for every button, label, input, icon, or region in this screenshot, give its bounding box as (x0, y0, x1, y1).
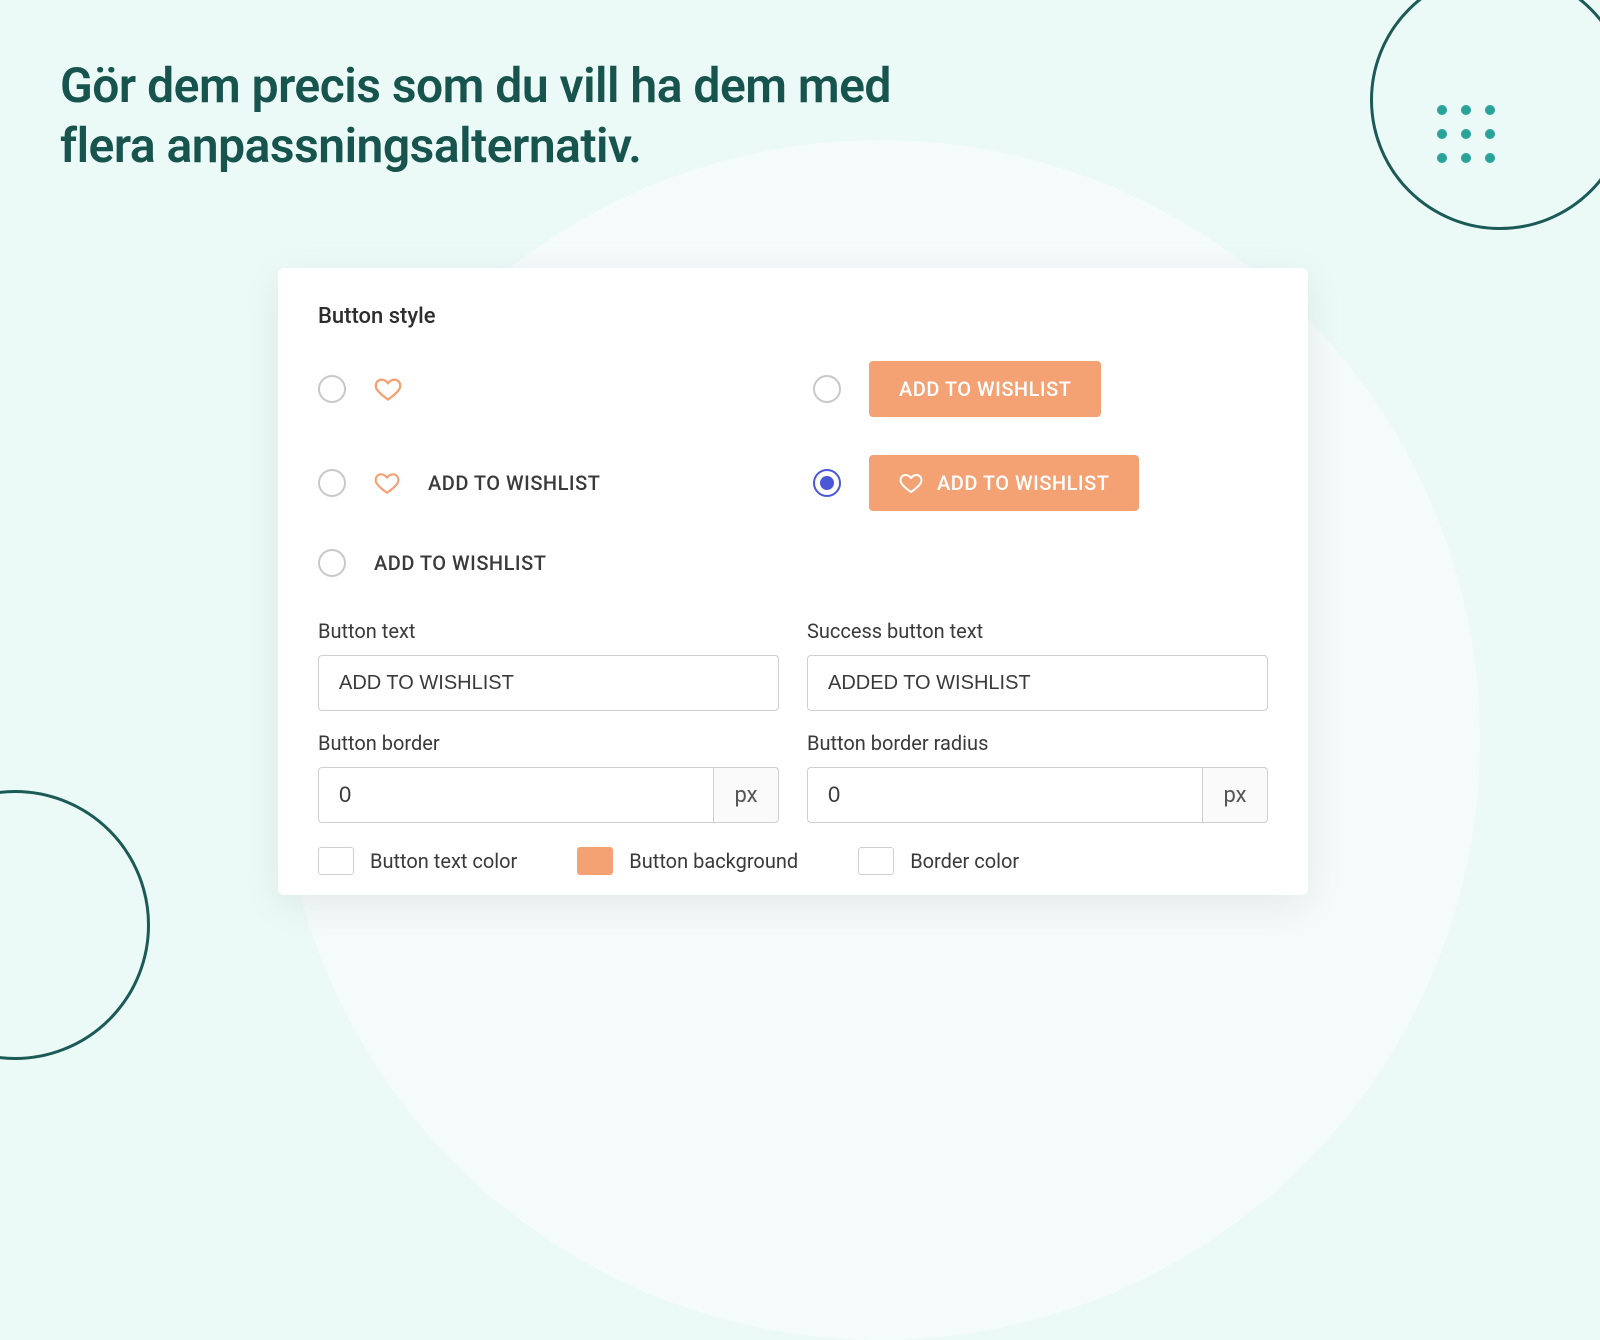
decorative-dot-grid (1437, 105, 1495, 163)
preview-button-solid-label: ADD TO WISHLIST (899, 377, 1071, 401)
input-button-text[interactable] (318, 655, 779, 711)
style-option-icon-text-label: ADD TO WISHLIST (428, 471, 600, 495)
preview-button-solid-icon-label: ADD TO WISHLIST (937, 471, 1109, 495)
input-border[interactable] (318, 767, 713, 823)
label-border-radius: Button border radius (807, 731, 1268, 755)
style-option-text-only-label: ADD TO WISHLIST (374, 551, 546, 575)
unit-px: px (1202, 767, 1268, 823)
settings-panel: Button style ADD TO WISHLIST ADD TO WISH… (278, 268, 1308, 895)
label-bg-color: Button background (629, 849, 798, 873)
swatch-border-color[interactable] (858, 847, 894, 875)
preview-button-solid-icon: ADD TO WISHLIST (869, 455, 1139, 511)
radio-icon-text[interactable] (318, 469, 346, 497)
style-option-text-only[interactable]: ADD TO WISHLIST (318, 549, 773, 577)
swatch-bg-color[interactable] (577, 847, 613, 875)
style-option-icon-only[interactable] (318, 361, 773, 417)
radio-button-solid-icon[interactable] (813, 469, 841, 497)
decorative-circle-bottom (0, 790, 150, 1060)
swatch-text-color[interactable] (318, 847, 354, 875)
heart-icon (374, 470, 400, 496)
unit-px: px (713, 767, 779, 823)
label-border-color: Border color (910, 849, 1019, 873)
form-grid: Button text Success button text Button b… (318, 619, 1268, 823)
color-row: Button text color Button background Bord… (318, 847, 1268, 875)
label-text-color: Button text color (370, 849, 517, 873)
style-option-button-solid[interactable]: ADD TO WISHLIST (813, 361, 1268, 417)
section-title-button-style: Button style (318, 304, 1268, 329)
page-headline: Gör dem precis som du vill ha dem med fl… (60, 56, 920, 176)
radio-icon-only[interactable] (318, 375, 346, 403)
label-border: Button border (318, 731, 779, 755)
style-option-button-solid-icon[interactable]: ADD TO WISHLIST (813, 455, 1268, 511)
preview-button-solid: ADD TO WISHLIST (869, 361, 1101, 417)
style-option-icon-text[interactable]: ADD TO WISHLIST (318, 455, 773, 511)
heart-icon (374, 375, 402, 403)
radio-text-only[interactable] (318, 549, 346, 577)
label-success-text: Success button text (807, 619, 1268, 643)
heart-icon (899, 471, 923, 495)
input-border-radius[interactable] (807, 767, 1202, 823)
button-style-options: ADD TO WISHLIST ADD TO WISHLIST ADD TO W… (318, 361, 1268, 577)
label-button-text: Button text (318, 619, 779, 643)
color-border[interactable]: Border color (858, 847, 1019, 875)
input-success-text[interactable] (807, 655, 1268, 711)
radio-button-solid[interactable] (813, 375, 841, 403)
color-button-text[interactable]: Button text color (318, 847, 517, 875)
color-button-bg[interactable]: Button background (577, 847, 798, 875)
